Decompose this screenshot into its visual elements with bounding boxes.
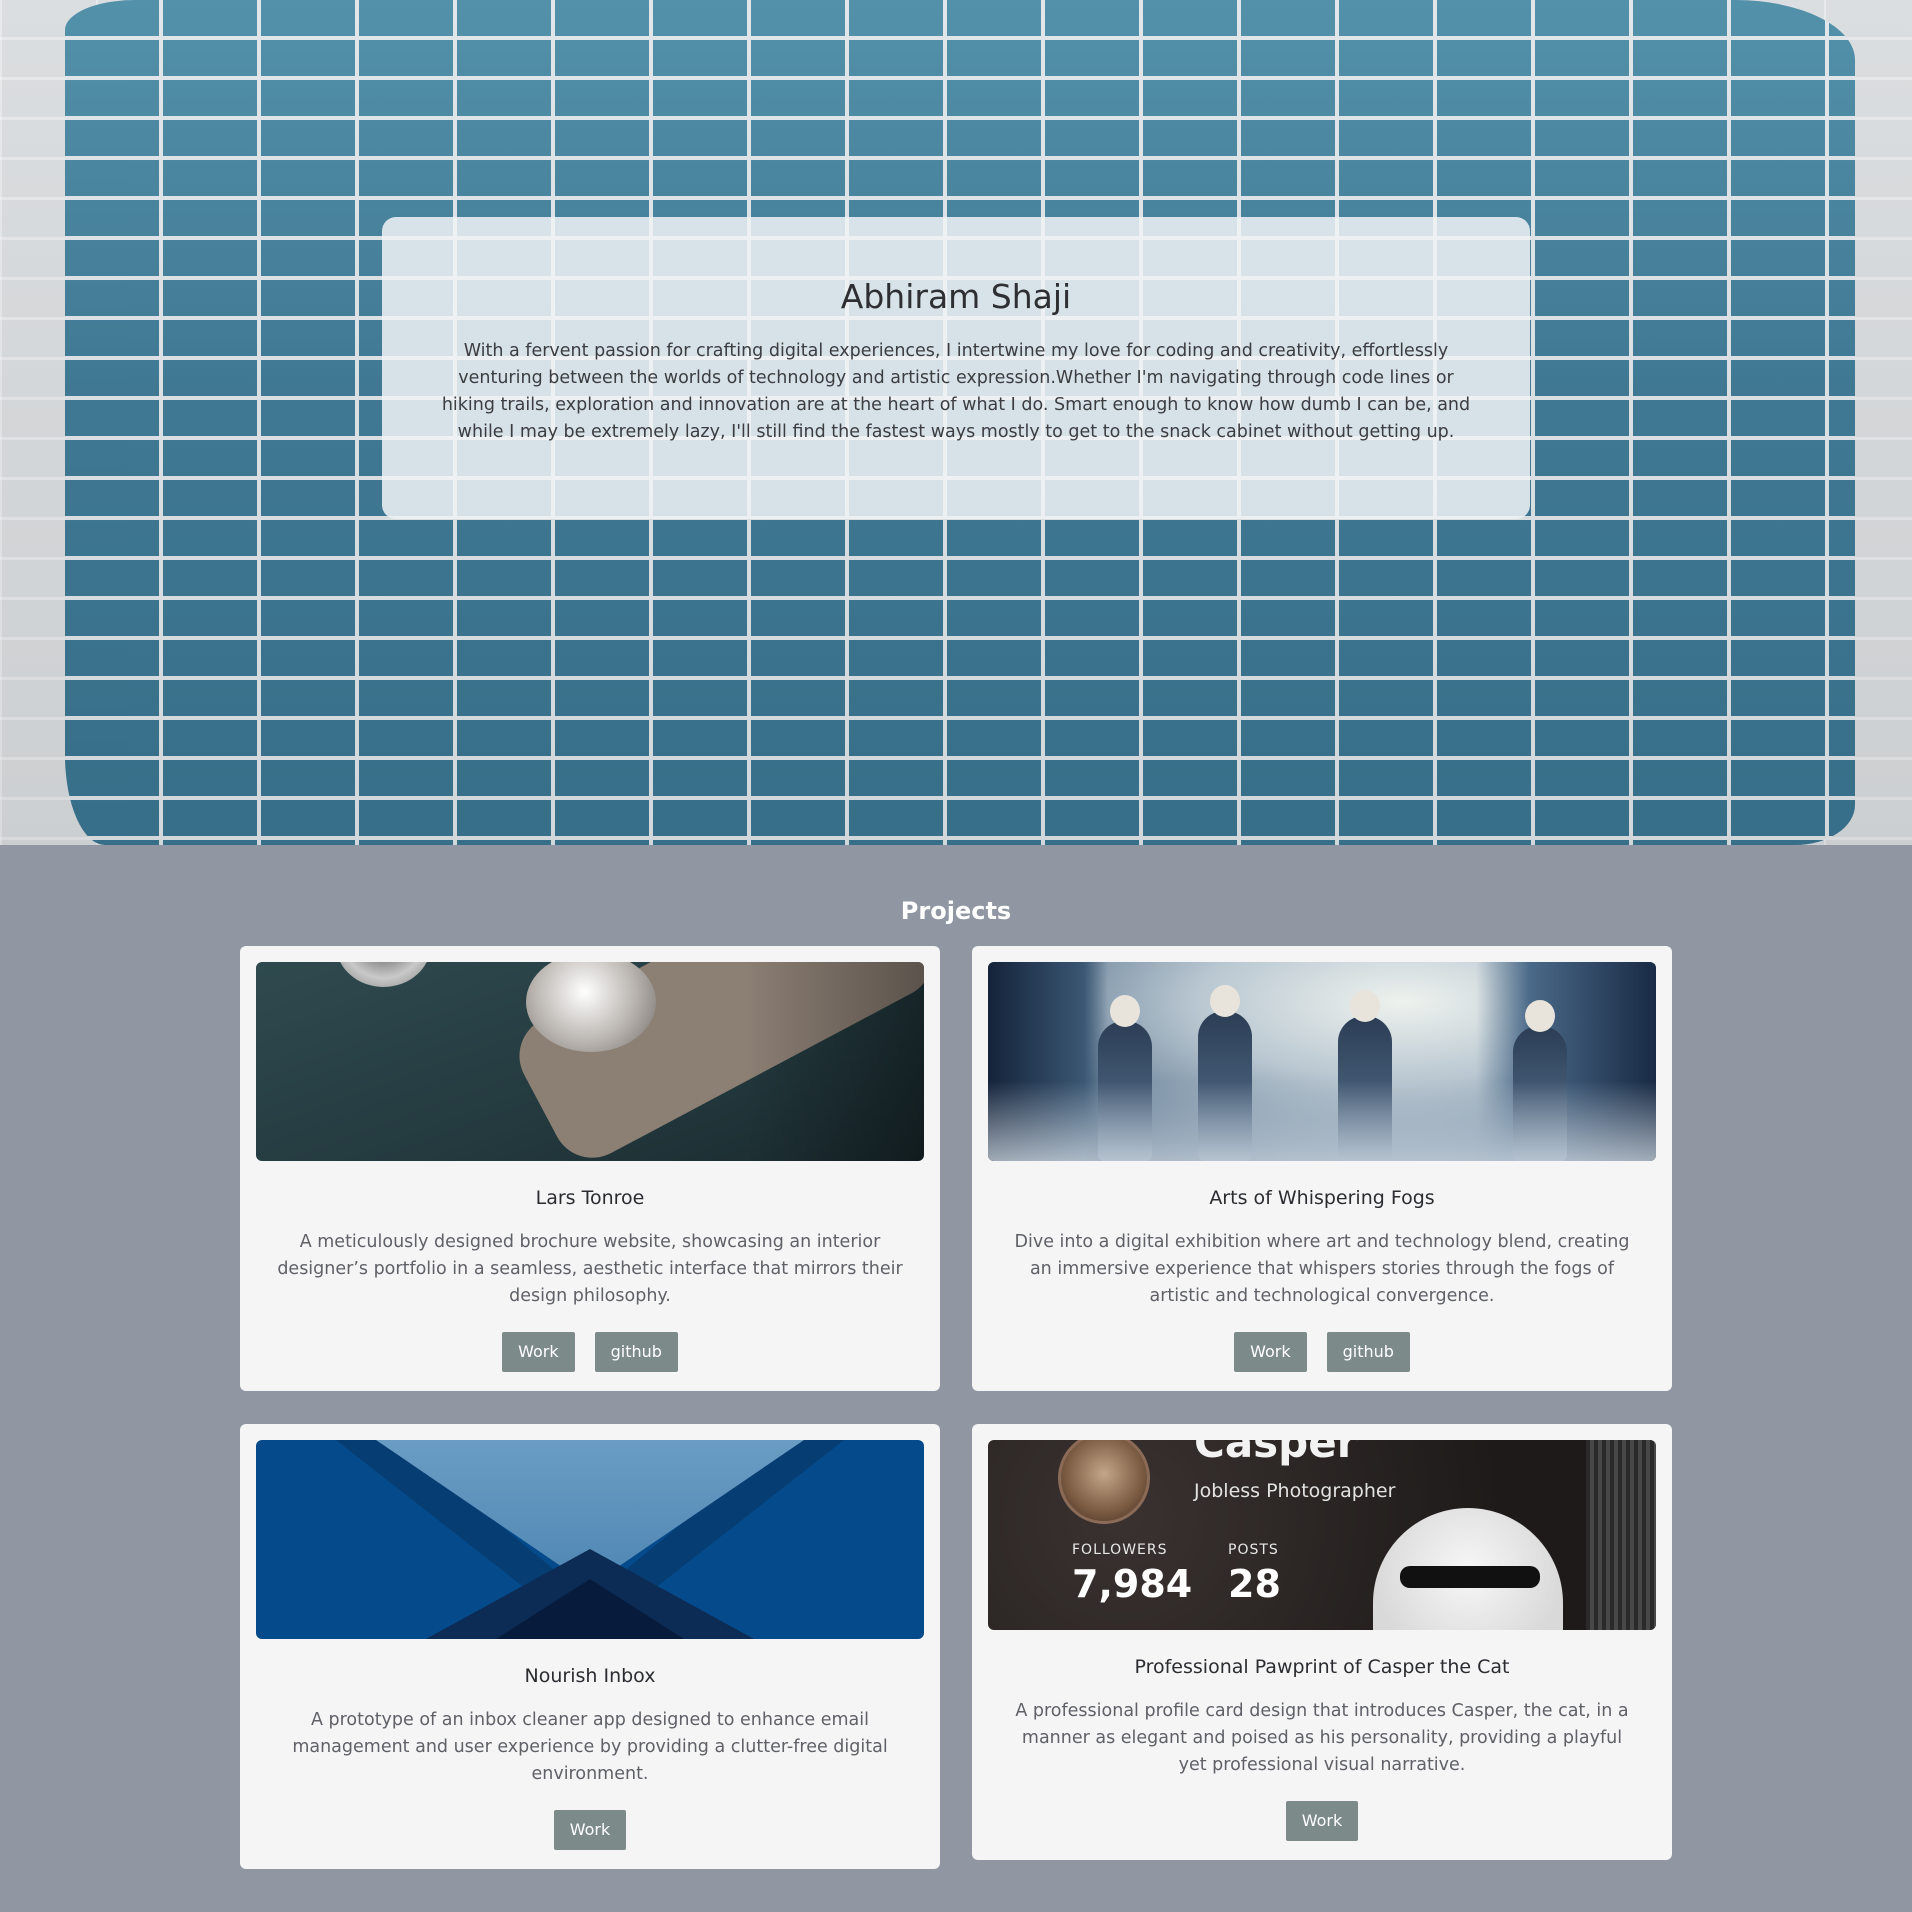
project-title: Lars Tonroe [535,1187,645,1209]
project-image-casper-profile: Casper Jobless Photographer FOLLOWERS 7,… [988,1440,1656,1630]
posts-label: POSTS [1228,1542,1279,1558]
project-card-nourish-inbox: Nourish Inbox A prototype of an inbox cl… [240,1424,940,1869]
project-card-lars-tonroe: Lars Tonroe A meticulously designed broc… [240,946,940,1391]
projects-heading: Projects [900,897,1012,925]
project-description: A prototype of an inbox cleaner app desi… [292,1710,888,1784]
projects-section: Projects Lars Tonroe A meticulously desi… [0,845,1912,1912]
work-button[interactable]: Work [1285,1801,1359,1841]
project-image-envelope [256,1440,924,1639]
work-button[interactable]: Work [1234,1332,1307,1372]
sunglasses [1400,1566,1540,1588]
project-description: A meticulously designed brochure website… [277,1232,903,1306]
followers-count: 7,984 [1072,1562,1193,1606]
project-title: Nourish Inbox [524,1665,656,1687]
project-card-whispering-fogs: Arts of Whispering Fogs Dive into a digi… [972,946,1672,1391]
posts-count: 28 [1228,1562,1281,1606]
github-button[interactable]: github [594,1332,678,1372]
intro-card: Abhiram Shaji With a fervent passion for… [382,217,1530,519]
project-title: Professional Pawprint of Casper the Cat [1134,1656,1510,1678]
project-title: Arts of Whispering Fogs [1209,1187,1435,1209]
project-description: A professional profile card design that … [1015,1701,1629,1775]
work-button[interactable]: Work [553,1810,627,1850]
followers-label: FOLLOWERS [1072,1542,1168,1558]
work-button[interactable]: Work [502,1332,575,1372]
casper-subtitle: Jobless Photographer [1194,1480,1396,1502]
profile-bio: With a fervent passion for crafting digi… [441,341,1471,442]
hero-section: Abhiram Shaji With a fervent passion for… [0,0,1912,845]
project-card-casper: Casper Jobless Photographer FOLLOWERS 7,… [972,1424,1672,1860]
profile-name: Abhiram Shaji [840,277,1072,316]
project-description: Dive into a digital exhibition where art… [1014,1232,1630,1306]
cat-avatar [1058,1440,1150,1524]
casper-name: Casper [1194,1440,1358,1467]
github-button[interactable]: github [1326,1332,1410,1372]
project-image-fog-forest [988,962,1656,1161]
project-image-interior [256,962,924,1161]
